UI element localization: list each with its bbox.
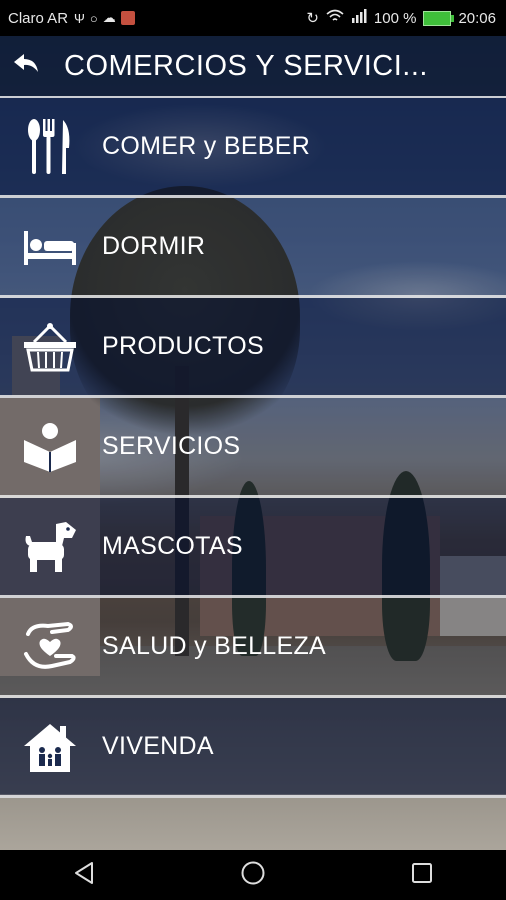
dog-icon [22,519,78,575]
signal-icon [351,9,367,27]
page-title: COMERCIOS Y SERVICI... [64,49,428,82]
carrier-label: Claro AR [8,9,69,27]
navigation-bar [0,850,506,900]
battery-icon [423,10,455,26]
open-book-icon [22,419,78,475]
menu-item-label: DORMIR [102,232,206,260]
app-header: COMERCIOS Y SERVICI... [0,36,506,96]
category-menu: COMER y BEBER DORMIR PRODUCTOS SERVICIOS… [0,96,506,798]
whatsapp-icon: ○ [89,10,98,26]
menu-item-label: VIVENDA [102,732,214,760]
status-bar: Claro AR Ψ ○ ☁ ↻ 100 % 20:06 [0,0,506,36]
nav-home-button[interactable] [223,855,283,895]
menu-item-label: PRODUCTOS [102,332,264,360]
menu-item-label: SERVICIOS [102,432,241,460]
menu-item-dormir[interactable]: DORMIR [0,198,506,298]
clock: 20:06 [458,9,496,27]
recents-square-icon [411,862,433,889]
nav-back-button[interactable] [54,855,114,895]
menu-item-vivenda[interactable]: VIVENDA [0,698,506,798]
app-icon [120,11,135,25]
menu-item-label: MASCOTAS [102,532,243,560]
battery-percent: 100 % [373,9,417,27]
wifi-icon [326,9,344,27]
cloud-icon: ☁ [102,10,116,25]
cutlery-icon [22,118,78,175]
back-triangle-icon [73,861,95,890]
caring-hands-icon [22,619,78,675]
menu-item-label: SALUD y BELLEZA [102,632,327,660]
notification-icons: Ψ ○ ☁ [74,10,135,26]
menu-item-mascotas[interactable]: MASCOTAS [0,498,506,598]
menu-item-comer-y-beber[interactable]: COMER y BEBER [0,96,506,198]
house-family-icon [22,719,78,775]
home-circle-icon [240,860,266,891]
back-arrow-icon [12,52,40,81]
sync-icon: ↻ [306,10,319,27]
basket-icon [22,319,78,375]
menu-item-salud-y-belleza[interactable]: SALUD y BELLEZA [0,598,506,698]
usb-icon: Ψ [74,10,85,26]
menu-item-productos[interactable]: PRODUCTOS [0,298,506,398]
back-button[interactable] [12,52,40,80]
system-icons: ↻ 100 % 20:06 [306,9,496,27]
bed-icon [22,219,78,275]
menu-item-label: COMER y BEBER [102,132,311,160]
menu-item-servicios[interactable]: SERVICIOS [0,398,506,498]
nav-recents-button[interactable] [392,855,452,895]
